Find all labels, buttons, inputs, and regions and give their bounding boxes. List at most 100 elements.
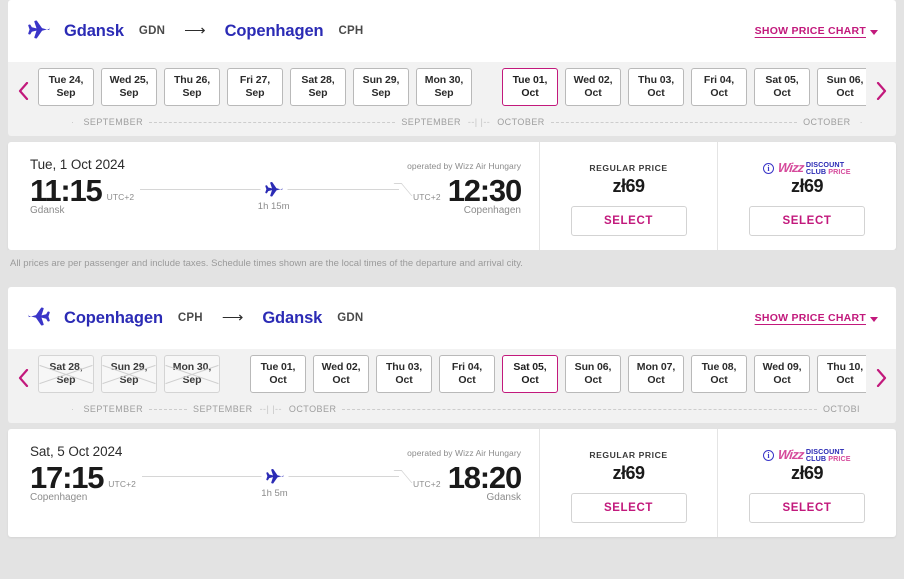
date-button[interactable]: Wed 09, Oct bbox=[754, 355, 810, 393]
date-button[interactable]: Fri 04, Oct bbox=[691, 68, 747, 106]
date-button: Sat 28, Sep bbox=[38, 355, 94, 393]
date-button[interactable]: Sun 06, Oct bbox=[817, 68, 866, 106]
date-button[interactable]: Thu 10, Oct bbox=[817, 355, 866, 393]
date-button-month: Sep bbox=[245, 87, 265, 99]
regular-price-label: REGULAR PRICE bbox=[589, 163, 668, 173]
select-regular-button-outbound[interactable]: SELECT bbox=[570, 206, 687, 236]
date-button[interactable]: Thu 03, Oct bbox=[376, 355, 432, 393]
price-disclaimer: All prices are per passenger and include… bbox=[8, 250, 896, 269]
date-button[interactable]: Wed 25, Sep bbox=[101, 68, 157, 106]
ruler-dash bbox=[149, 408, 188, 410]
date-button-month: Oct bbox=[584, 87, 602, 99]
flight-times-row: 11:15 UTC+2 1h 15m UTC+2 12:30 bbox=[30, 172, 522, 212]
date-button[interactable]: Sun 06, Oct bbox=[565, 355, 621, 393]
date-button[interactable]: Sat 28, Sep bbox=[290, 68, 346, 106]
date-button-day: Wed 25, bbox=[109, 73, 149, 86]
origin-code: CPH bbox=[177, 312, 203, 324]
date-button-month: Oct bbox=[710, 87, 728, 99]
ruler-tick: · bbox=[71, 404, 75, 414]
info-icon[interactable]: i bbox=[763, 449, 775, 461]
chevron-down-icon bbox=[870, 29, 878, 35]
date-button[interactable]: Tue 08, Oct bbox=[691, 355, 747, 393]
departure-time-block: 17:15 UTC+2 bbox=[30, 461, 136, 495]
date-strip-prev-button[interactable] bbox=[8, 66, 38, 116]
arrival-time: 18:20 bbox=[447, 459, 523, 495]
date-button[interactable]: Fri 04, Oct bbox=[439, 355, 495, 393]
date-button-day: Thu 03, bbox=[637, 73, 675, 86]
date-button-day: Sat 28, bbox=[49, 360, 83, 373]
select-wdc-button-inbound[interactable]: SELECT bbox=[749, 493, 865, 523]
date-button-month: Oct bbox=[521, 374, 539, 386]
date-button-month: Oct bbox=[836, 374, 854, 386]
date-button[interactable]: Thu 26, Sep bbox=[164, 68, 220, 106]
date-button-month: Oct bbox=[710, 374, 728, 386]
ruler-tick: · bbox=[859, 117, 864, 127]
date-button[interactable]: Wed 02, Oct bbox=[313, 355, 369, 393]
date-button[interactable]: Sat 05, Oct bbox=[754, 68, 810, 106]
date-strip-next-button[interactable] bbox=[866, 66, 896, 116]
date-button[interactable]: Thu 03, Oct bbox=[628, 68, 684, 106]
arrival-utc: UTC+2 bbox=[413, 478, 441, 489]
wdc-club-label: CLUB bbox=[805, 454, 827, 463]
date-button-day: Sat 05, bbox=[513, 360, 547, 373]
date-button-month: Sep bbox=[56, 87, 76, 99]
date-button[interactable]: Fri 27, Sep bbox=[227, 68, 283, 106]
date-list-outbound: Tue 24, Sep Wed 25, Sep Thu 26, Sep Fri 27, Sep… bbox=[38, 62, 866, 110]
date-strip-window-outbound: Tue 24, Sep Wed 25, Sep Thu 26, Sep Fri 27, Sep… bbox=[38, 62, 866, 136]
flight-top-row: Tue, 1 Oct 2024 operated by Wizz Air Hun… bbox=[30, 157, 521, 172]
route-header-inbound: Copenhagen CPH ⟶ Gdansk GDN SHOW PRICE C… bbox=[8, 287, 896, 349]
date-button[interactable]: Tue 24, Sep bbox=[38, 68, 94, 106]
date-button[interactable]: Mon 07, Oct bbox=[628, 355, 684, 393]
date-strip-next-button[interactable] bbox=[866, 353, 896, 403]
info-icon[interactable]: i bbox=[763, 162, 775, 174]
date-button: Sun 29, Sep bbox=[101, 355, 157, 393]
date-button-day: Wed 02, bbox=[321, 360, 361, 373]
show-price-chart-button[interactable]: SHOW PRICE CHART bbox=[755, 312, 878, 324]
departure-utc: UTC+2 bbox=[108, 478, 136, 489]
date-button-day: Sun 06, bbox=[574, 360, 612, 373]
date-button[interactable]: Wed 02, Oct bbox=[565, 68, 621, 106]
ruler-dash bbox=[149, 121, 396, 123]
date-button-day: Sun 29, bbox=[110, 360, 148, 373]
flight-search-results-page: Gdansk GDN ⟶ Copenhagen CPH SHOW PRICE C… bbox=[0, 0, 904, 579]
date-button-month: Oct bbox=[521, 87, 539, 99]
date-button[interactable]: Tue 01, Oct bbox=[250, 355, 306, 393]
flight-date: Sat, 5 Oct 2024 bbox=[30, 444, 123, 459]
show-price-chart-button[interactable]: SHOW PRICE CHART bbox=[755, 25, 878, 37]
select-wdc-button-outbound[interactable]: SELECT bbox=[749, 206, 865, 236]
flight-timeline: 1h 15m bbox=[140, 174, 413, 212]
date-button[interactable]: Mon 30, Sep bbox=[416, 68, 472, 106]
wdc-price-amount: zł69 bbox=[790, 463, 824, 483]
departure-city: Gdansk bbox=[30, 205, 65, 216]
date-button-day: Mon 30, bbox=[172, 360, 212, 373]
departure-time: 11:15 bbox=[30, 172, 103, 208]
wdc-club-price-line: CLUB PRICE bbox=[805, 454, 851, 463]
regular-price-amount: zł69 bbox=[612, 463, 645, 483]
plane-left-icon bbox=[24, 303, 54, 333]
date-button[interactable]: Sat 05, Oct bbox=[502, 355, 558, 393]
wdc-text-block: DISCOUNT CLUB PRICE bbox=[806, 160, 851, 175]
destination-code: GDN bbox=[337, 312, 364, 324]
ruler-label-oct-end: OCTOBER bbox=[803, 117, 851, 127]
arrival-city: Gdansk bbox=[486, 492, 521, 503]
date-button-day: Thu 26, bbox=[173, 73, 211, 86]
flight-leg-inbound: Copenhagen CPH ⟶ Gdansk GDN SHOW PRICE C… bbox=[0, 287, 904, 537]
regular-price-column-outbound: REGULAR PRICE zł69 SELECT bbox=[540, 142, 718, 250]
flight-details-inbound: Sat, 5 Oct 2024 operated by Wizz Air Hun… bbox=[8, 429, 540, 537]
select-regular-button-inbound[interactable]: SELECT bbox=[570, 493, 687, 523]
date-button[interactable]: Tue 01, Oct bbox=[502, 68, 558, 106]
date-button-month: Oct bbox=[773, 374, 791, 386]
flight-timeline: 1h 5m bbox=[141, 461, 413, 499]
wdc-price-label-text: PRICE bbox=[828, 454, 851, 463]
date-strip-prev-button[interactable] bbox=[8, 353, 38, 403]
flight-times-row: 17:15 UTC+2 1h 5m UTC+2 18:20 bbox=[30, 459, 523, 499]
origin-code: GDN bbox=[138, 25, 166, 37]
wdc-price-column-inbound: i Wizz DISCOUNT CLUB PRICE zł69 SELECT bbox=[718, 429, 896, 537]
flight-duration: 1h 5m bbox=[261, 488, 288, 499]
route-summary: Copenhagen CPH ⟶ Gdansk GDN bbox=[24, 303, 755, 333]
route-summary: Gdansk GDN ⟶ Copenhagen CPH bbox=[24, 16, 755, 46]
destination-code: CPH bbox=[338, 25, 364, 37]
date-button-month: Oct bbox=[458, 374, 476, 386]
date-button[interactable]: Sun 29, Sep bbox=[353, 68, 409, 106]
date-button-month: Oct bbox=[773, 87, 791, 99]
